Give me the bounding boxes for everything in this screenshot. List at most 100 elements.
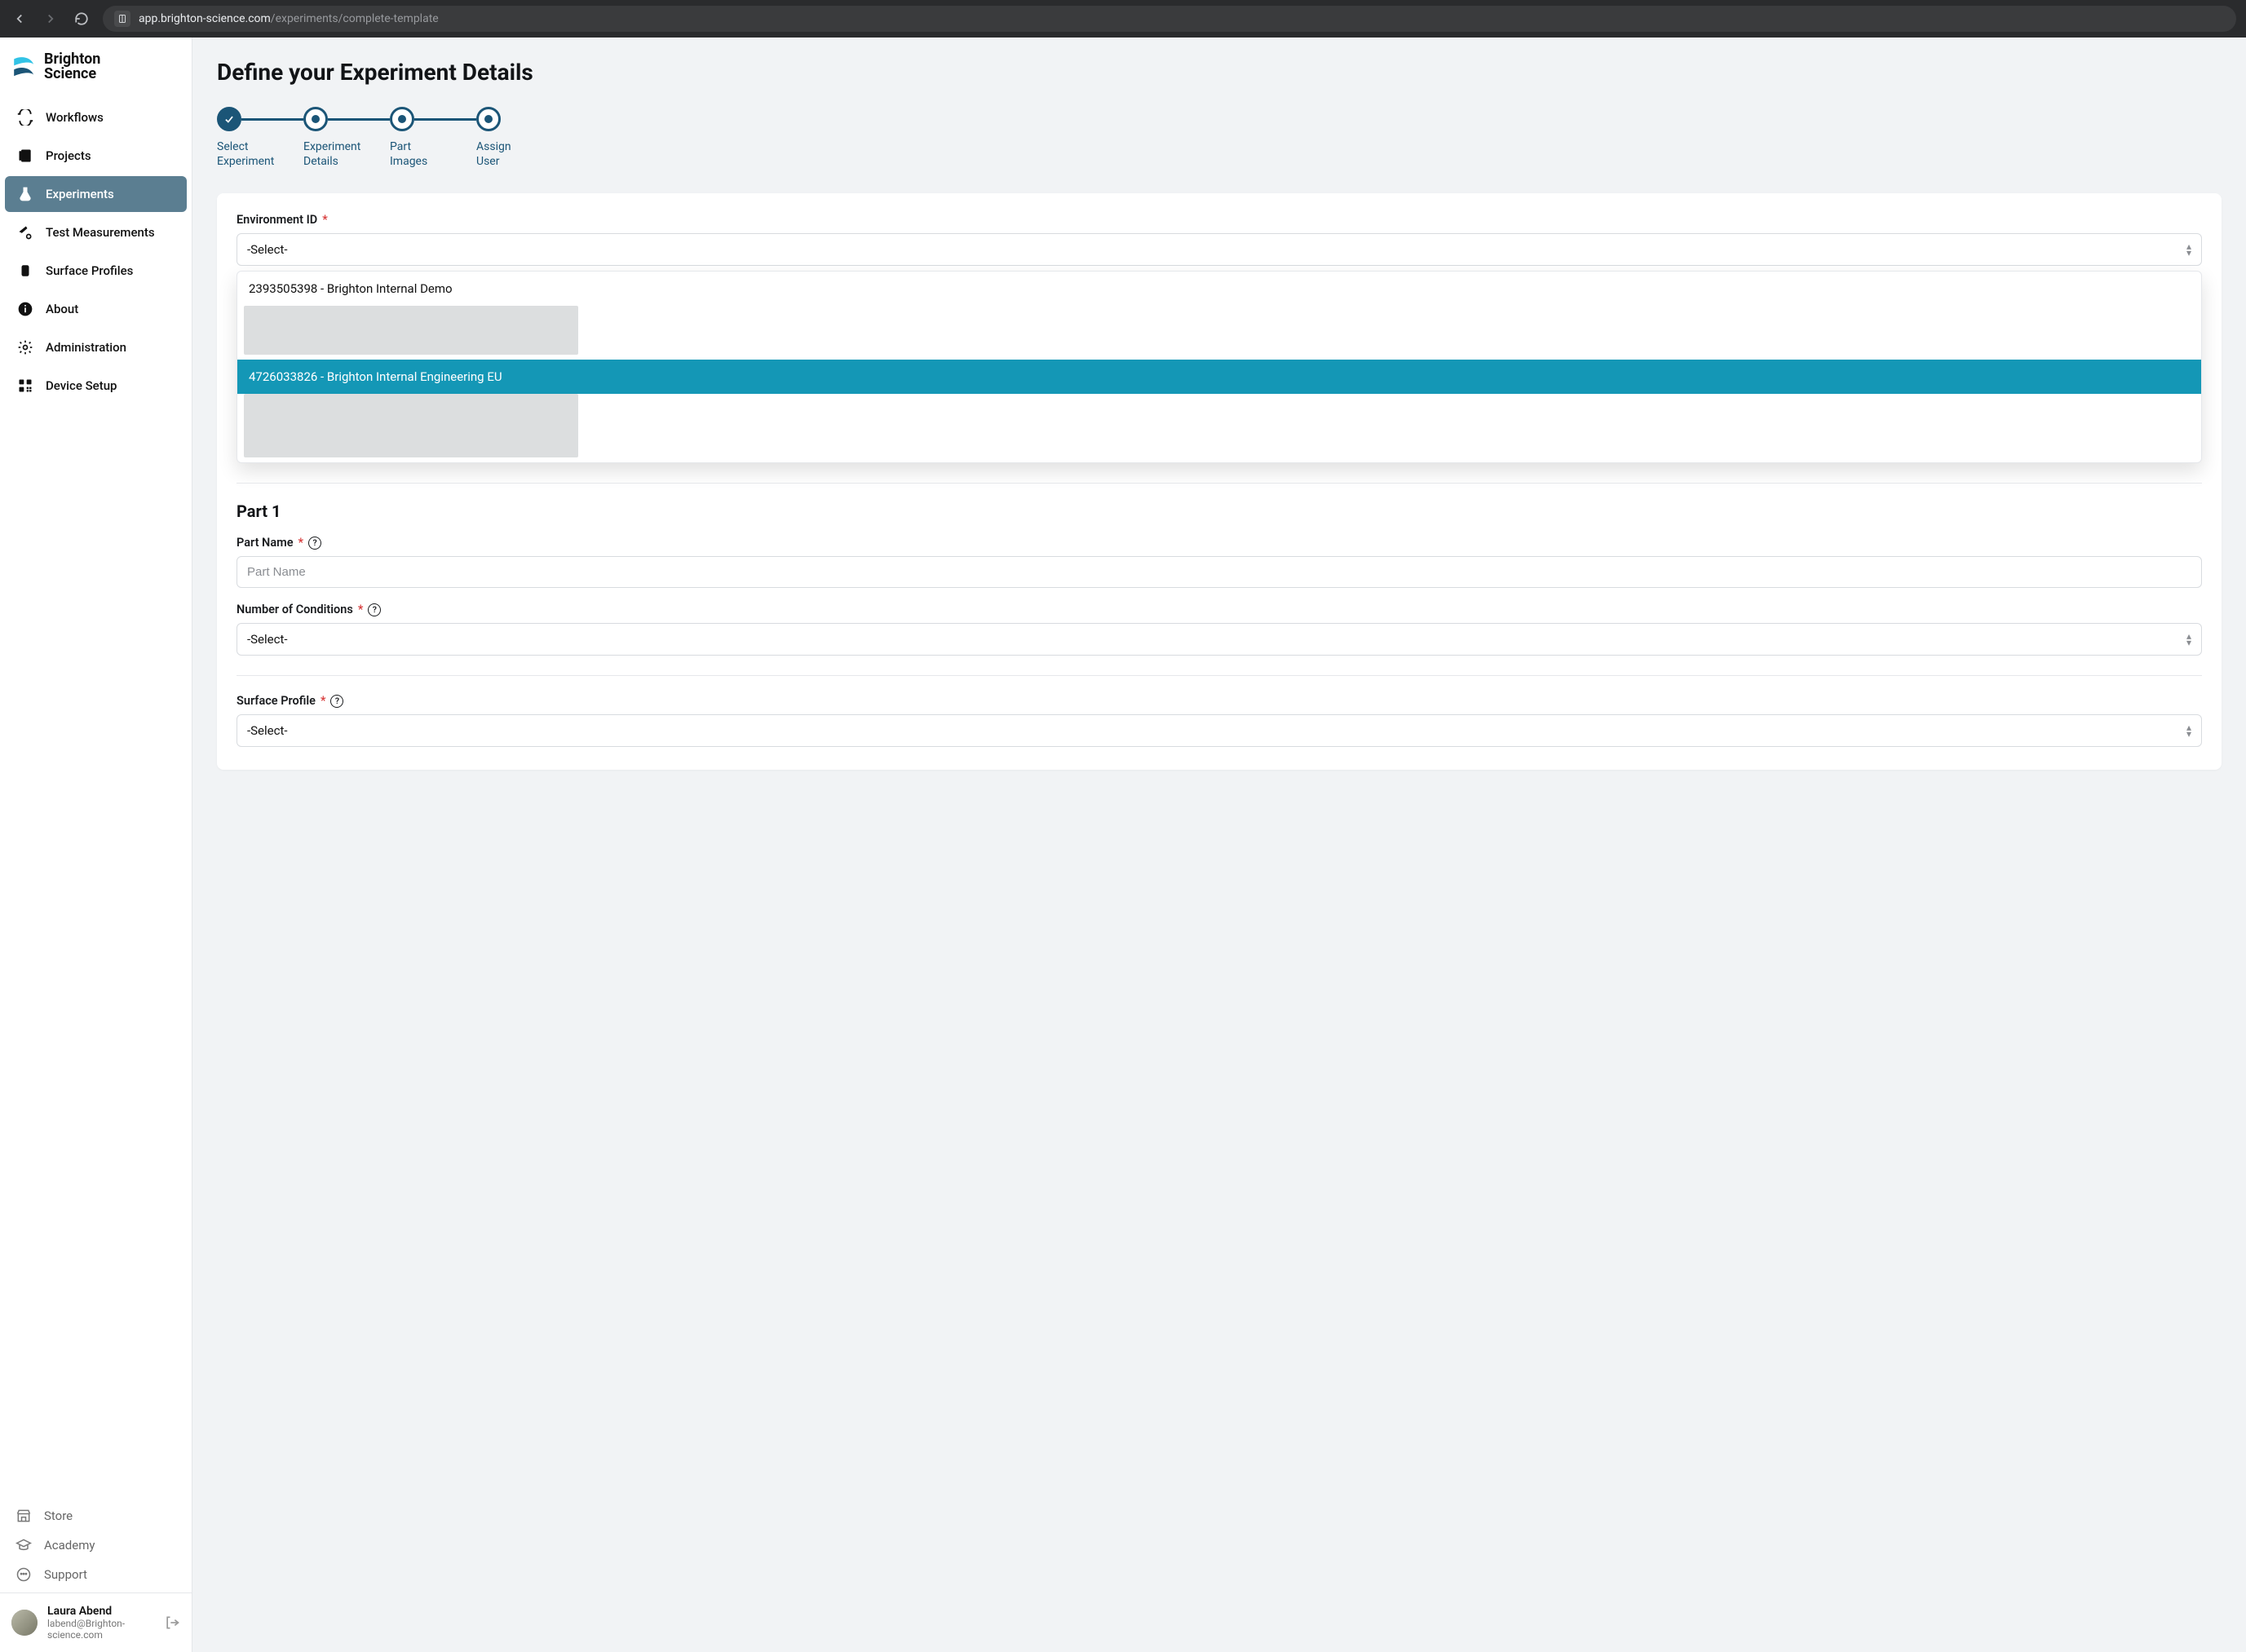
- required-asterisk: *: [322, 213, 328, 227]
- step-label: AssignUser: [476, 139, 511, 169]
- part-name-label: Part Name: [237, 536, 294, 550]
- sidebar-item-device-setup[interactable]: Device Setup: [5, 368, 187, 404]
- sidebar-item-label: Administration: [46, 340, 126, 355]
- sidebar-item-projects[interactable]: Projects: [5, 138, 187, 174]
- browser-back-button[interactable]: [10, 9, 29, 29]
- required-asterisk: *: [298, 536, 304, 550]
- help-icon[interactable]: ?: [330, 695, 343, 708]
- footer-item-academy[interactable]: Academy: [11, 1531, 180, 1560]
- browser-url-bar[interactable]: app.brighton-science.com/experiments/com…: [103, 6, 2236, 32]
- brand-logo[interactable]: Brighton Science: [0, 38, 192, 96]
- form-panel: Environment ID * -Select- ▴▾ 2393505398 …: [217, 193, 2222, 770]
- footer-item-label: Support: [44, 1567, 87, 1582]
- about-icon: [16, 301, 34, 317]
- footer-item-label: Academy: [44, 1538, 95, 1553]
- url-host: app.brighton-science.com: [139, 12, 271, 25]
- step-circle-icon: [476, 107, 501, 131]
- avatar[interactable]: [11, 1610, 38, 1636]
- surface-profile-select[interactable]: -Select- ▴▾: [237, 714, 2202, 747]
- required-asterisk: *: [358, 603, 364, 616]
- primary-nav: Workflows Projects Experiments Test Meas…: [0, 96, 192, 409]
- support-icon: [15, 1566, 33, 1583]
- page-title: Define your Experiment Details: [217, 59, 2222, 86]
- sidebar-item-label: Workflows: [46, 110, 104, 125]
- store-icon: [15, 1508, 33, 1524]
- device-setup-icon: [16, 378, 34, 394]
- num-conditions-selected-value: -Select-: [247, 632, 288, 647]
- site-info-icon[interactable]: [114, 11, 130, 27]
- brand-name-2: Science: [44, 67, 100, 82]
- logout-icon[interactable]: [164, 1614, 180, 1631]
- part-name-input-wrapper: [237, 556, 2202, 588]
- step-assign-user[interactable]: AssignUser: [476, 107, 511, 169]
- help-icon[interactable]: ?: [368, 603, 381, 616]
- brand-mark-icon: [11, 54, 38, 80]
- select-sort-icon: ▴▾: [2186, 633, 2191, 647]
- help-icon[interactable]: ?: [308, 537, 321, 550]
- footer-item-support[interactable]: Support: [11, 1560, 180, 1589]
- environment-dropdown: 2393505398 - Brighton Internal Demo 4726…: [237, 271, 2202, 463]
- part-name-field: Part Name * ?: [237, 536, 2202, 588]
- sidebar: Brighton Science Workflows Projects: [0, 38, 192, 1652]
- stepper: SelectExperiment ExperimentDetails P: [217, 107, 2222, 169]
- redacted-option[interactable]: [237, 394, 2201, 462]
- sidebar-item-label: About: [46, 302, 78, 316]
- step-label: ExperimentDetails: [303, 139, 360, 169]
- environment-option[interactable]: 2393505398 - Brighton Internal Demo: [237, 272, 2201, 306]
- browser-refresh-button[interactable]: [72, 9, 91, 29]
- step-label: PartImages: [390, 139, 427, 169]
- step-circle-done-icon: [217, 107, 241, 131]
- sidebar-item-experiments[interactable]: Experiments: [5, 176, 187, 212]
- sidebar-item-workflows[interactable]: Workflows: [5, 99, 187, 135]
- footer-item-store[interactable]: Store: [11, 1501, 180, 1531]
- sidebar-item-label: Test Measurements: [46, 225, 155, 240]
- user-row: Laura Abend labend@Brighton-science.com: [0, 1592, 192, 1652]
- environment-option[interactable]: 4726033826 - Brighton Internal Engineeri…: [237, 360, 2201, 394]
- user-email: labend@Brighton-science.com: [47, 1618, 154, 1641]
- surface-profile-field: Surface Profile * ? -Select- ▴▾: [237, 694, 2202, 747]
- browser-forward-button[interactable]: [41, 9, 60, 29]
- url-path: /experiments/complete-template: [271, 12, 439, 25]
- step-circle-icon: [303, 107, 328, 131]
- part-section-title: Part 1: [237, 501, 2202, 521]
- sidebar-footer: Store Academy Support: [0, 1496, 192, 1592]
- sidebar-item-administration[interactable]: Administration: [5, 329, 187, 365]
- sidebar-item-surface-profiles[interactable]: Surface Profiles: [5, 253, 187, 289]
- step-part-images[interactable]: PartImages: [390, 107, 476, 169]
- num-conditions-select[interactable]: -Select- ▴▾: [237, 623, 2202, 656]
- workflows-icon: [16, 109, 34, 126]
- step-connector: [328, 118, 390, 121]
- num-conditions-field: Number of Conditions * ? -Select- ▴▾: [237, 603, 2202, 656]
- sidebar-item-label: Projects: [46, 148, 91, 163]
- step-experiment-details[interactable]: ExperimentDetails: [303, 107, 390, 169]
- step-circle-icon: [390, 107, 414, 131]
- environment-selected-value: -Select-: [247, 242, 288, 257]
- sidebar-item-label: Experiments: [46, 187, 114, 201]
- surface-profile-label: Surface Profile: [237, 694, 316, 708]
- redacted-option[interactable]: [237, 306, 2201, 360]
- sidebar-item-label: Surface Profiles: [46, 263, 133, 278]
- projects-icon: [16, 148, 34, 164]
- required-asterisk: *: [321, 694, 326, 708]
- divider: [237, 483, 2202, 484]
- sidebar-item-label: Device Setup: [46, 378, 117, 393]
- step-connector: [414, 118, 476, 121]
- divider: [237, 675, 2202, 676]
- select-sort-icon: ▴▾: [2186, 724, 2191, 738]
- administration-icon: [16, 339, 34, 356]
- surface-profiles-icon: [16, 263, 34, 279]
- browser-bar: app.brighton-science.com/experiments/com…: [0, 0, 2246, 38]
- step-select-experiment[interactable]: SelectExperiment: [217, 107, 303, 169]
- num-conditions-label: Number of Conditions: [237, 603, 353, 616]
- sidebar-item-about[interactable]: About: [5, 291, 187, 327]
- step-label: SelectExperiment: [217, 139, 274, 169]
- academy-icon: [15, 1537, 33, 1553]
- environment-select[interactable]: -Select- ▴▾: [237, 233, 2202, 266]
- select-sort-icon: ▴▾: [2186, 243, 2191, 257]
- test-measurements-icon: [16, 224, 34, 241]
- part-name-input[interactable]: [247, 565, 2191, 579]
- environment-label: Environment ID: [237, 213, 317, 227]
- user-name: Laura Abend: [47, 1605, 154, 1618]
- sidebar-item-test-measurements[interactable]: Test Measurements: [5, 214, 187, 250]
- step-connector: [241, 118, 303, 121]
